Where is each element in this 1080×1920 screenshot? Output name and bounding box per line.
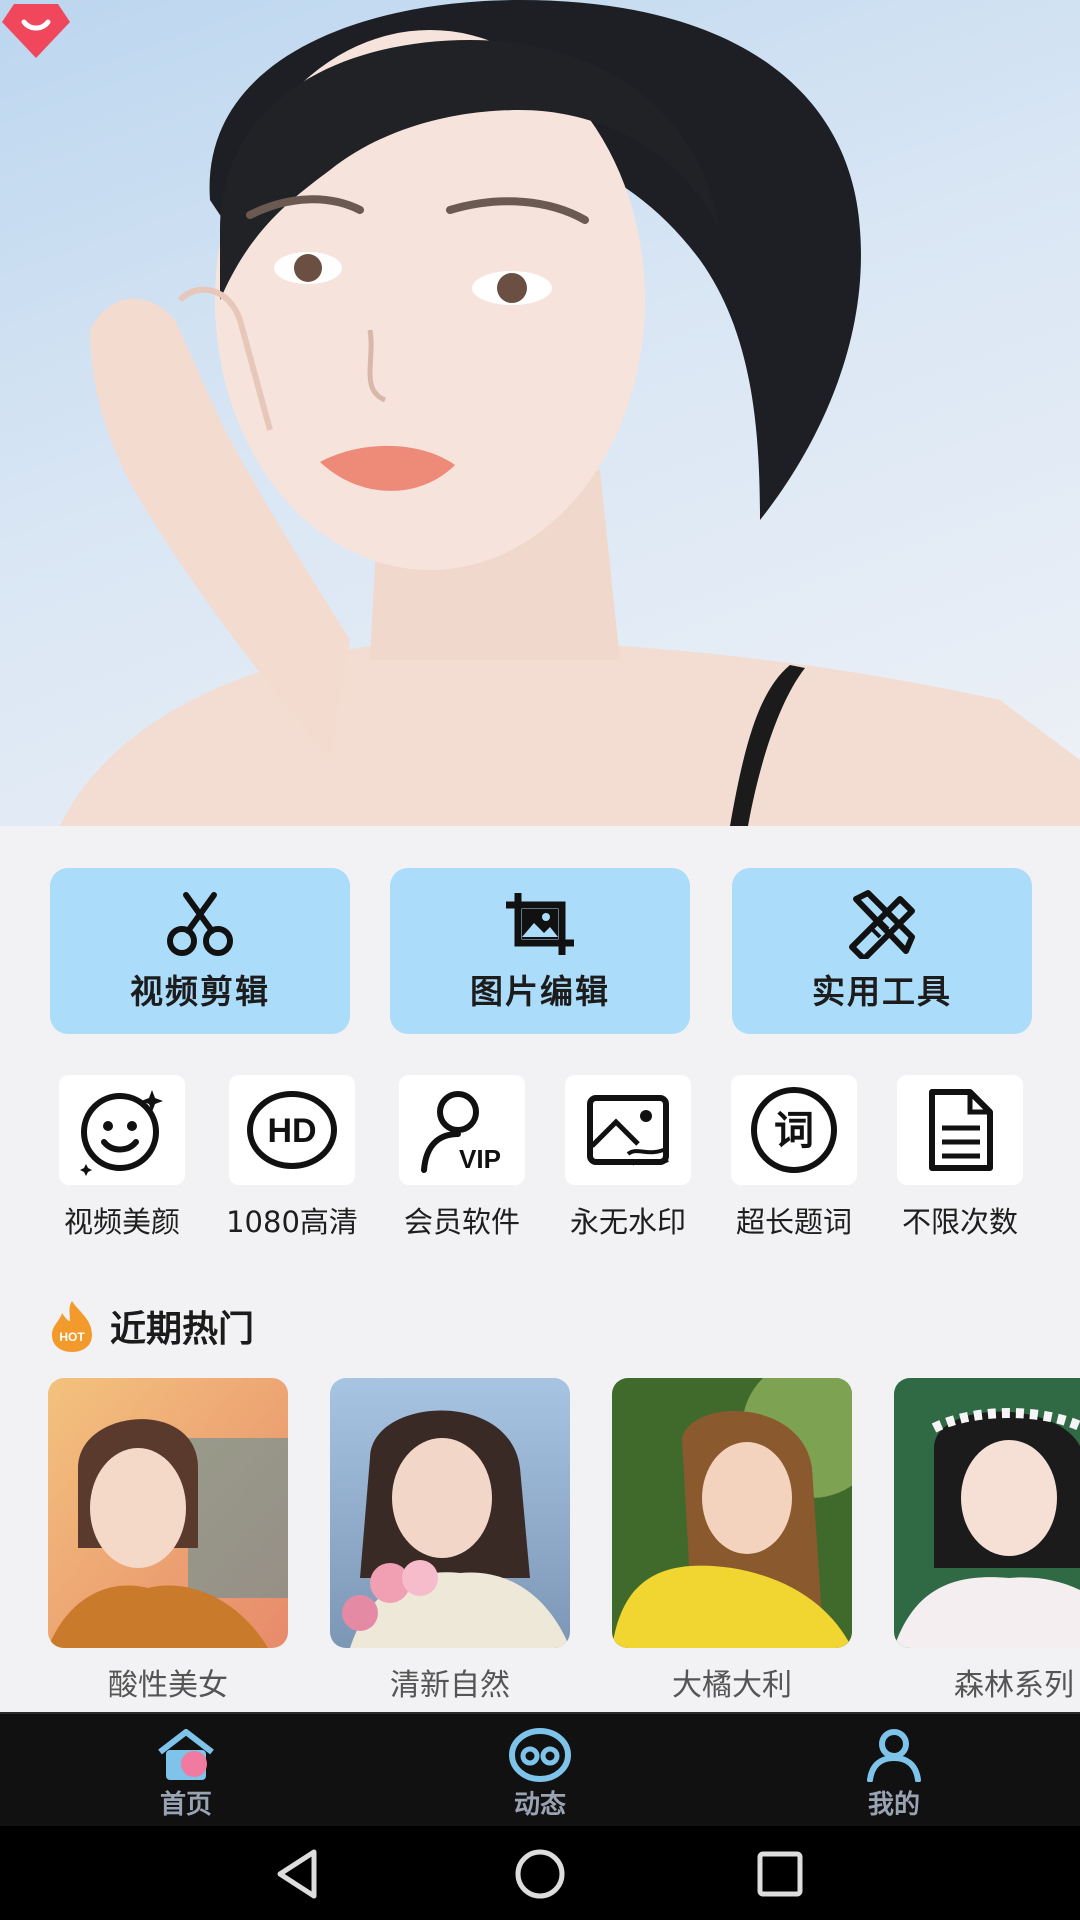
home-nav-icon[interactable] bbox=[510, 1846, 570, 1902]
feature-hd[interactable]: HD 1080高清 bbox=[222, 1075, 362, 1241]
hero-banner[interactable] bbox=[0, 0, 1080, 826]
feature-tile: 词 bbox=[731, 1075, 857, 1185]
feature-tile bbox=[897, 1075, 1023, 1185]
tools-icon bbox=[849, 890, 915, 959]
home-icon bbox=[158, 1729, 214, 1780]
svg-text:词: 词 bbox=[774, 1108, 814, 1154]
recents-icon[interactable] bbox=[750, 1846, 810, 1902]
hero-portrait-image bbox=[60, 0, 1080, 826]
image-edit-label: 图片编辑 bbox=[470, 972, 610, 1011]
tab-label: 首页 bbox=[159, 1790, 212, 1820]
card-label: 森林系列 bbox=[954, 1668, 1074, 1698]
card-image bbox=[894, 1378, 1080, 1648]
feature-tile: HD bbox=[229, 1075, 355, 1185]
svg-text:HOT: HOT bbox=[59, 1330, 85, 1344]
feature-long-prompter[interactable]: 词 超长题词 bbox=[724, 1075, 864, 1241]
hd-icon: HD bbox=[247, 1091, 337, 1169]
video-edit-button[interactable]: 视频剪辑 bbox=[50, 868, 350, 1034]
tools-button[interactable]: 实用工具 bbox=[732, 868, 1032, 1034]
hot-flame-icon: HOT bbox=[52, 1301, 92, 1352]
feature-grid: 视频美颜 HD 1080高清 VIP 会员软件 永无水印 词 超长题词 不限次数 bbox=[48, 1075, 1038, 1245]
card-image bbox=[48, 1378, 288, 1648]
tab-label: 动态 bbox=[513, 1790, 566, 1820]
scissors-icon bbox=[167, 892, 233, 956]
feature-vip-software[interactable]: VIP 会员软件 bbox=[392, 1075, 532, 1241]
tab-profile[interactable]: 我的 bbox=[834, 1728, 954, 1821]
tab-activity[interactable]: 动态 bbox=[480, 1728, 600, 1821]
feature-no-watermark[interactable]: 永无水印 bbox=[558, 1075, 698, 1241]
feature-video-beauty[interactable]: 视频美颜 bbox=[52, 1075, 192, 1241]
feature-label: 不限次数 bbox=[901, 1205, 1018, 1239]
feature-tile bbox=[59, 1075, 185, 1185]
feature-label: 1080高清 bbox=[226, 1205, 358, 1239]
card-label: 酸性美女 bbox=[108, 1668, 228, 1698]
hot-section-header: HOT 近期热门 bbox=[48, 1298, 254, 1354]
feature-label: 永无水印 bbox=[569, 1205, 686, 1239]
tools-label: 实用工具 bbox=[812, 972, 952, 1011]
profile-icon bbox=[867, 1729, 921, 1782]
document-icon bbox=[929, 1089, 993, 1171]
hot-cards: 酸性美女 清新自然 大橘大利 森林系列 bbox=[48, 1378, 1080, 1698]
card-image bbox=[612, 1378, 852, 1648]
hot-card[interactable]: 大橘大利 bbox=[612, 1378, 852, 1698]
card-label: 大橘大利 bbox=[672, 1668, 792, 1698]
tab-label: 我的 bbox=[867, 1790, 920, 1820]
image-icon bbox=[587, 1095, 669, 1166]
feature-label: 超长题词 bbox=[735, 1205, 852, 1239]
ci-text-icon: 词 bbox=[751, 1087, 837, 1173]
card-image bbox=[330, 1378, 570, 1648]
card-label: 清新自然 bbox=[390, 1668, 510, 1698]
svg-text:HD: HD bbox=[267, 1112, 316, 1150]
activity-icon bbox=[509, 1728, 571, 1782]
main-actions: 视频剪辑 图片编辑 实用工具 bbox=[50, 868, 1032, 1034]
crop-image-icon bbox=[506, 893, 574, 955]
back-icon[interactable] bbox=[268, 1846, 328, 1902]
feature-unlimited[interactable]: 不限次数 bbox=[890, 1075, 1030, 1241]
svg-text:VIP: VIP bbox=[459, 1144, 501, 1174]
system-nav-bar bbox=[0, 1826, 1080, 1920]
bottom-tab-bar: 首页 动态 我的 bbox=[0, 1712, 1080, 1826]
vip-user-icon: VIP bbox=[421, 1091, 501, 1174]
feature-label: 视频美颜 bbox=[63, 1205, 180, 1239]
feature-tile bbox=[565, 1075, 691, 1185]
video-edit-label: 视频剪辑 bbox=[130, 972, 270, 1011]
hot-card[interactable]: 酸性美女 bbox=[48, 1378, 288, 1698]
hot-section-title: 近期热门 bbox=[110, 1309, 255, 1350]
feature-tile: VIP bbox=[399, 1075, 525, 1185]
tab-home[interactable]: 首页 bbox=[126, 1728, 246, 1821]
vip-gem-icon[interactable] bbox=[0, 0, 72, 60]
image-edit-button[interactable]: 图片编辑 bbox=[390, 868, 690, 1034]
feature-label: 会员软件 bbox=[403, 1205, 520, 1239]
hot-card[interactable]: 森林系列 bbox=[894, 1378, 1080, 1698]
hot-card[interactable]: 清新自然 bbox=[330, 1378, 570, 1698]
smile-face-icon bbox=[80, 1090, 163, 1176]
